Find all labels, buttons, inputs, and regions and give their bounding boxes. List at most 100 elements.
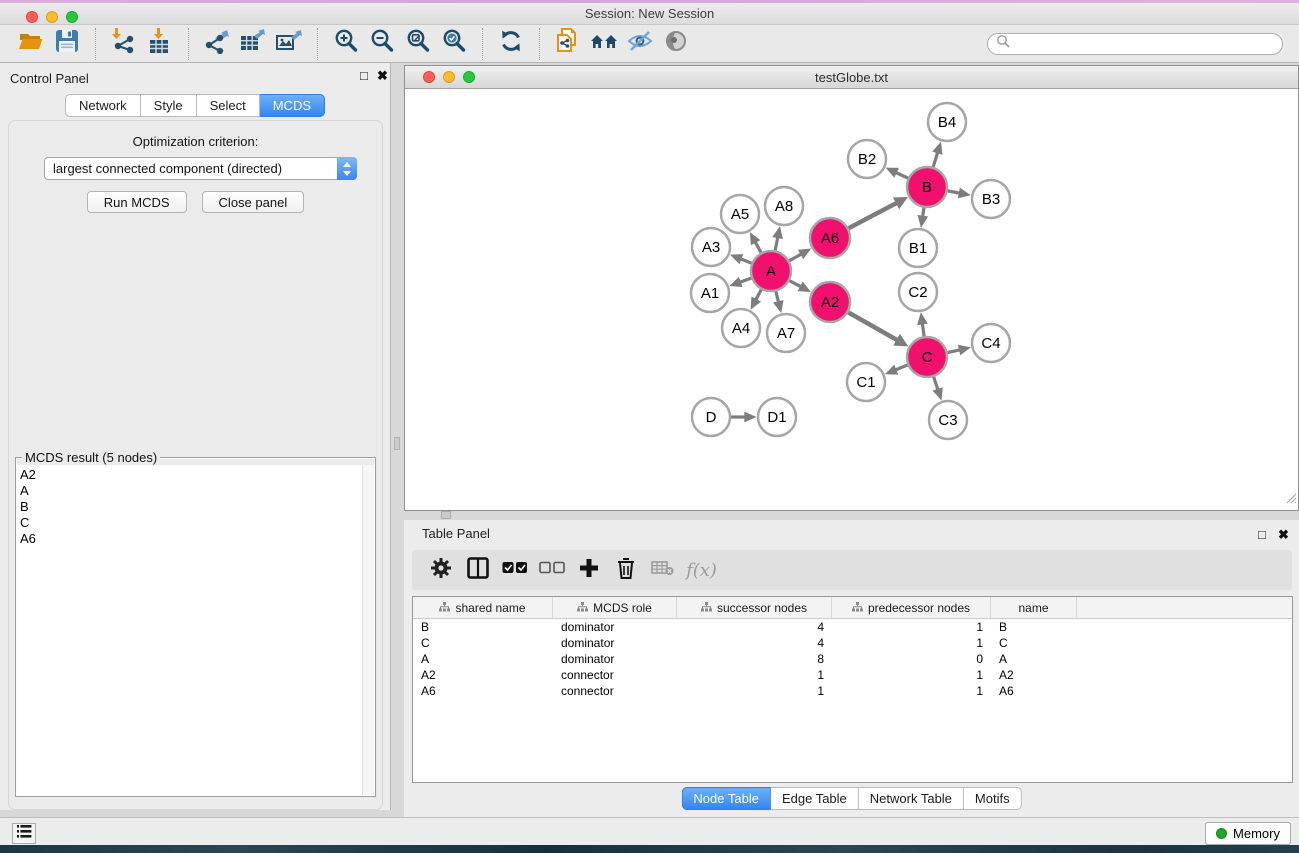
deselect-all-rows-button[interactable] (533, 553, 570, 587)
show-columns-button[interactable] (459, 553, 496, 587)
graph-edge-D-D1[interactable] (731, 412, 757, 423)
graph-node-C1[interactable]: C1 (847, 363, 885, 401)
control-panel-close-button[interactable]: ✖ (377, 69, 388, 83)
select-all-rows-button[interactable] (496, 553, 533, 587)
graph-node-A3[interactable]: A3 (692, 228, 730, 266)
graph-node-A5[interactable]: A5 (721, 195, 759, 233)
table-cell[interactable]: C (991, 636, 1077, 650)
table-cell[interactable]: dominator (553, 652, 677, 666)
import-table-button[interactable] (142, 28, 178, 60)
export-table-button[interactable] (235, 28, 271, 60)
mcds-result-item[interactable]: C (20, 515, 363, 531)
delete-column-button[interactable] (607, 553, 644, 587)
table-cell[interactable]: 1 (832, 684, 991, 698)
graph-edge-C-C3[interactable] (933, 377, 943, 401)
optimization-criterion-dropdown[interactable]: largest connected component (directed) (44, 157, 357, 180)
memory-button[interactable]: Memory (1205, 822, 1291, 845)
zoom-fit-button[interactable] (400, 28, 436, 60)
graph-edge-A-A8[interactable] (772, 226, 783, 250)
resize-grip-icon[interactable] (1285, 491, 1297, 509)
close-panel-button[interactable]: Close panel (202, 191, 305, 213)
graph-edge-A2-C[interactable] (848, 312, 908, 346)
zoom-window-button[interactable] (66, 11, 78, 23)
tab-network[interactable]: Network (65, 94, 141, 117)
table-cell[interactable]: connector (553, 668, 677, 682)
graph-node-A1[interactable]: A1 (691, 274, 729, 312)
table-cell[interactable]: 1 (677, 684, 832, 698)
search-input[interactable] (1011, 37, 1271, 51)
graph-node-A2[interactable]: A2 (810, 282, 850, 322)
graph-edge-B-B4[interactable] (932, 142, 942, 167)
add-column-button[interactable] (570, 553, 607, 587)
zoom-selected-button[interactable] (436, 28, 472, 60)
graph-node-B4[interactable]: B4 (928, 103, 966, 141)
control-panel-float-button[interactable]: □ (360, 69, 368, 83)
import-network-button[interactable] (106, 28, 142, 60)
graph-node-C4[interactable]: C4 (972, 324, 1010, 362)
graph-node-C3[interactable]: C3 (929, 401, 967, 439)
column-header-successor-nodes[interactable]: successor nodes (677, 597, 832, 618)
tab-motifs[interactable]: Motifs (964, 787, 1022, 810)
graph-edge-A-A1[interactable] (729, 277, 751, 287)
export-network-button[interactable] (199, 28, 235, 60)
show-home-panels-button[interactable] (586, 28, 622, 60)
tab-edge-table[interactable]: Edge Table (771, 787, 859, 810)
tab-select[interactable]: Select (197, 94, 260, 117)
graph-edge-C-C2[interactable] (917, 312, 928, 336)
tab-style[interactable]: Style (141, 94, 197, 117)
search-box[interactable] (987, 33, 1283, 55)
graph-edge-B-B2[interactable] (886, 168, 908, 178)
close-window-button[interactable] (26, 11, 38, 23)
table-cell[interactable]: connector (553, 684, 677, 698)
table-cell[interactable]: 4 (677, 636, 832, 650)
graph-edge-B-B1[interactable] (917, 208, 928, 228)
minimize-window-button[interactable] (46, 11, 58, 23)
table-cell[interactable]: 4 (677, 620, 832, 634)
graph-node-B3[interactable]: B3 (972, 180, 1010, 218)
column-header-name[interactable]: name (991, 597, 1077, 618)
table-cell[interactable]: A2 (991, 668, 1077, 682)
graph-edge-B-B3[interactable] (948, 188, 971, 199)
graph-edge-A-A4[interactable] (751, 290, 762, 310)
apply-layout-refresh-button[interactable] (493, 28, 529, 60)
network-canvas[interactable]: B4B2BB3A8A5A6A3B1AC2A1A2A4A7C4CC1DD1C3 (405, 89, 1298, 510)
duplicate-network-button[interactable] (550, 28, 586, 60)
table-cell[interactable]: 1 (832, 668, 991, 682)
graph-edge-A-A2[interactable] (790, 281, 811, 292)
function-builder-button[interactable]: f(x) (681, 553, 718, 587)
mcds-result-item[interactable]: A2 (20, 467, 363, 483)
graph-node-A4[interactable]: A4 (722, 309, 760, 347)
graph-edge-C-C1[interactable] (885, 365, 908, 375)
mcds-result-scrollbar[interactable] (362, 465, 374, 795)
graph-node-A[interactable]: A (751, 251, 791, 291)
table-row[interactable]: Bdominator41B (413, 619, 1292, 635)
graph-node-B1[interactable]: B1 (899, 229, 937, 267)
graph-node-A7[interactable]: A7 (767, 314, 805, 352)
graph-node-C2[interactable]: C2 (899, 273, 937, 311)
table-row[interactable]: A6connector11A6 (413, 683, 1292, 699)
graph-node-D1[interactable]: D1 (758, 398, 796, 436)
task-history-button[interactable] (12, 823, 36, 844)
mcds-result-item[interactable]: A (20, 483, 363, 499)
table-cell[interactable]: 0 (832, 652, 991, 666)
save-session-button[interactable] (49, 28, 85, 60)
graph-edge-A-A5[interactable] (750, 232, 761, 253)
table-panel-close-button[interactable]: ✖ (1278, 528, 1289, 542)
table-cell[interactable]: 1 (832, 620, 991, 634)
graph-edge-C-C4[interactable] (948, 345, 971, 356)
graph-node-C[interactable]: C (907, 337, 947, 377)
table-cell[interactable]: A6 (991, 684, 1077, 698)
graph-node-B2[interactable]: B2 (848, 140, 886, 178)
hide-selected-button[interactable] (622, 28, 658, 60)
table-cell[interactable]: A (413, 652, 553, 666)
table-settings-button[interactable] (422, 553, 459, 587)
graph-node-D[interactable]: D (692, 398, 730, 436)
table-cell[interactable]: 1 (832, 636, 991, 650)
zoom-out-button[interactable] (364, 28, 400, 60)
graph-edge-A-A6[interactable] (789, 248, 811, 260)
graph-node-B[interactable]: B (907, 167, 947, 207)
table-cell[interactable]: B (413, 620, 553, 634)
graph-edge-A-A3[interactable] (730, 254, 751, 264)
delete-table-button[interactable] (644, 553, 681, 587)
horizontal-splitter-handle[interactable] (441, 511, 451, 519)
